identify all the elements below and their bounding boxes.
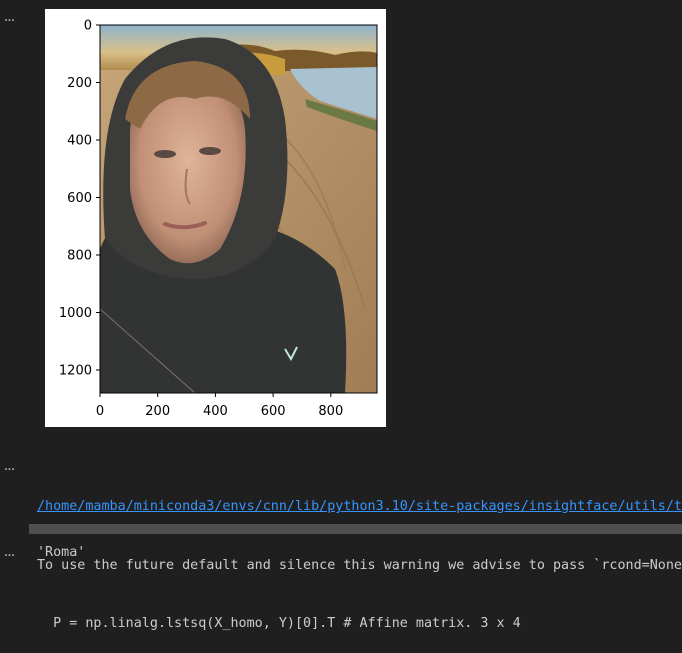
cell-output-menu-1[interactable]: ... [0,10,18,24]
photo [100,25,377,393]
x-tick-label: 400 [203,404,228,419]
y-tick-label: 0 [84,19,92,34]
warning-code-line: P = np.linalg.lstsq(X_homo, Y)[0].T # Af… [37,616,521,631]
y-tick-label: 1000 [59,306,92,321]
x-tick-label: 0 [96,404,104,419]
warning-file-link[interactable]: /home/mamba/miniconda3/envs/cnn/lib/pyth… [37,499,682,514]
x-tick-label: 800 [318,404,343,419]
matplotlib-figure: 0 200 400 600 800 1000 1200 0 200 400 600 800 [45,9,386,427]
scrollbar-thumb[interactable] [29,524,682,534]
x-tick-label: 600 [261,404,286,419]
cell-output-menu-2[interactable]: ... [0,459,18,473]
warning-message: To use the future default and silence th… [37,557,682,573]
cell-result-value: 'Roma' [37,545,86,560]
y-tick-label: 400 [67,134,92,149]
y-axis-ticks: 0 200 400 600 800 1000 1200 [59,19,100,379]
y-tick-label: 600 [67,191,92,206]
horizontal-scrollbar[interactable] [29,524,682,534]
stderr-output: /home/mamba/miniconda3/envs/cnn/lib/pyth… [37,458,682,653]
y-tick-label: 1200 [59,364,92,379]
x-axis-ticks: 0 200 400 600 800 [96,393,343,419]
y-tick-label: 800 [67,249,92,264]
x-tick-label: 200 [145,404,170,419]
image-plot: 0 200 400 600 800 1000 1200 0 200 400 600 800 [59,19,378,419]
y-tick-label: 200 [67,76,92,91]
cell-output-menu-3[interactable]: ... [0,545,18,559]
